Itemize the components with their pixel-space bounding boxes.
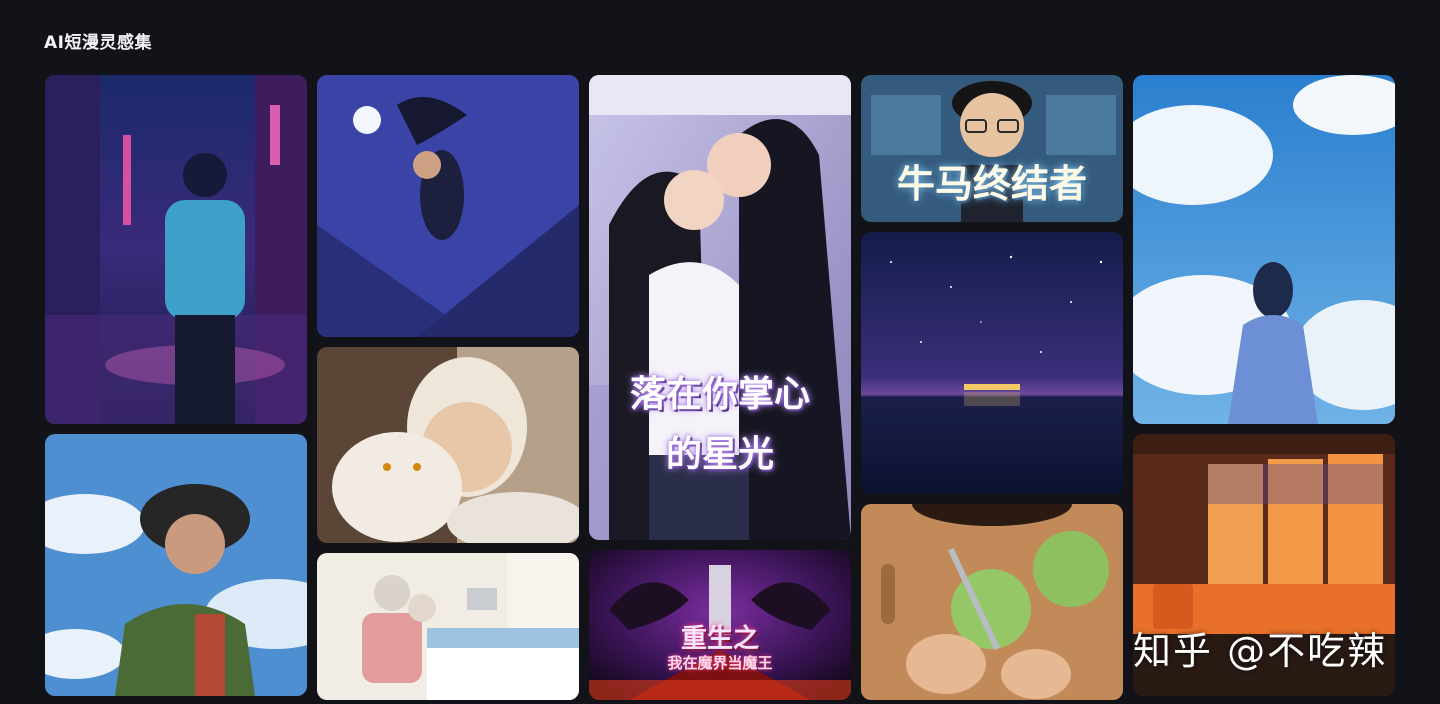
image-card-demon-king-poster[interactable]: 重生之 我在魔界当魔王	[589, 550, 851, 700]
boy-with-cat-image	[317, 347, 579, 543]
inspiration-gallery: 落在你掌心 的星光 重生之 我在魔界当魔王 牛马终结者	[45, 75, 1396, 704]
image-card-chopping-cabbage[interactable]	[861, 504, 1123, 700]
watermark-text: 知乎 @不吃辣	[1133, 629, 1388, 673]
poster-title-line-1: 落在你掌心	[629, 373, 810, 415]
starry-sea-image	[861, 232, 1123, 494]
page-title: AI短漫灵感集	[44, 33, 152, 53]
image-card-ninja-night-rooftops[interactable]	[317, 75, 579, 337]
image-card-starry-sea-night[interactable]	[861, 232, 1123, 494]
hospital-couple-image	[317, 553, 579, 700]
poster-title: 牛马终结者	[896, 161, 1087, 206]
image-card-elderly-couple-hospital[interactable]	[317, 553, 579, 700]
windswept-girl-image	[45, 434, 307, 696]
poster-title-line-2: 的星光	[665, 433, 774, 475]
image-card-girl-in-cloud-sky[interactable]	[1133, 75, 1395, 424]
image-card-office-romance-poster[interactable]: 落在你掌心 的星光	[589, 75, 851, 540]
poster-title-line-2: 我在魔界当魔王	[667, 654, 773, 672]
page: AI短漫灵感集 落在你掌心 的星光 重生之 我在魔界当魔王 牛马终结者 知乎 @…	[0, 0, 1440, 704]
image-card-office-chibi-poster[interactable]: 牛马终结者	[861, 75, 1123, 222]
chopping-cabbage-image	[861, 504, 1123, 700]
cloud-sky-image	[1133, 75, 1395, 424]
neon-alley-image	[45, 75, 307, 424]
image-card-neon-alley-boy[interactable]	[45, 75, 307, 424]
image-card-windswept-girl[interactable]	[45, 434, 307, 696]
ninja-night-image	[317, 75, 579, 337]
poster-title-line-1: 重生之	[680, 624, 759, 654]
image-card-boy-with-white-cat[interactable]	[317, 347, 579, 543]
